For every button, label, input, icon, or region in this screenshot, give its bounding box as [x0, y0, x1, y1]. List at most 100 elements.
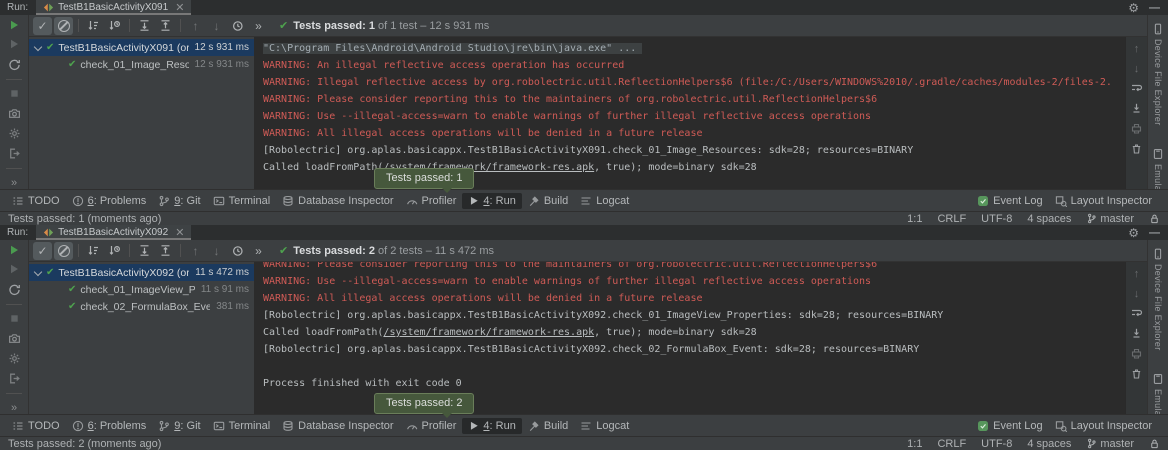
bottom-bar-item-problems[interactable]: 6: Problems	[66, 193, 153, 209]
scroll-to-end-icon[interactable]	[1130, 102, 1143, 115]
test-history-button[interactable]	[228, 17, 247, 35]
up-stacktrace-icon[interactable]: ↑	[1130, 42, 1143, 55]
test-tree-row[interactable]: ✔check_01_ImageView_Properties11 s 91 ms	[29, 281, 254, 298]
bottom-bar-item-run[interactable]: 4: Run	[462, 418, 521, 434]
expand-all-button[interactable]	[135, 17, 154, 35]
bottom-bar-item-build[interactable]: Build	[522, 418, 574, 434]
bottom-bar-item-database-inspector[interactable]: Database Inspector	[276, 193, 399, 209]
bottom-bar-item-terminal[interactable]: Terminal	[207, 418, 277, 434]
bottom-bar-item-todo[interactable]: TODO	[6, 193, 66, 209]
status-file-encoding[interactable]: UTF-8	[981, 213, 1012, 225]
run-tab[interactable]: TestB1BasicActivityX091 ✕	[36, 0, 191, 15]
print-icon[interactable]	[1130, 122, 1143, 135]
bottom-bar-item-profiler[interactable]: Profiler	[400, 418, 463, 434]
sort-by-duration-button[interactable]	[105, 17, 124, 35]
down-stacktrace-icon[interactable]: ↓	[1130, 62, 1143, 75]
more-actions-icon[interactable]: »	[7, 402, 21, 414]
chevron-down-icon[interactable]	[34, 42, 42, 50]
more-toolbar-actions-icon[interactable]: »	[249, 242, 268, 260]
collapse-all-button[interactable]	[156, 17, 175, 35]
sort-alphabetically-button[interactable]	[84, 242, 103, 260]
bottom-bar-item-logcat[interactable]: Logcat	[574, 193, 635, 209]
next-occurrence-button[interactable]: ↓	[207, 242, 226, 260]
status-git-branch[interactable]: master	[1086, 213, 1134, 225]
status-file-encoding[interactable]: UTF-8	[981, 438, 1012, 450]
stop-button[interactable]	[7, 313, 21, 325]
stop-button[interactable]	[7, 88, 21, 100]
minimize-icon[interactable]: —	[1149, 4, 1160, 12]
up-stacktrace-icon[interactable]: ↑	[1130, 267, 1143, 280]
chevron-down-icon[interactable]	[34, 267, 42, 275]
screenshot-icon[interactable]	[7, 107, 21, 120]
close-tab-icon[interactable]: ✕	[175, 3, 184, 13]
toggle-auto-test-icon[interactable]	[7, 283, 21, 296]
stripe-button-device-file-explorer[interactable]: Device File Explorer	[1152, 248, 1164, 351]
status-git-branch[interactable]: master	[1086, 438, 1134, 450]
screenshot-icon[interactable]	[7, 332, 21, 345]
bottom-bar-item-build[interactable]: Build	[522, 193, 574, 209]
test-tree-row[interactable]: ✔TestB1BasicActivityX091 (org.aplas.basi…	[29, 39, 254, 56]
status-caret-position[interactable]: 1:1	[907, 438, 922, 450]
bottom-bar-item-event-log[interactable]: Event Log	[971, 418, 1049, 434]
console-panel[interactable]: "C:\Program Files\Android\Android Studio…	[254, 37, 1125, 189]
minimize-icon[interactable]: —	[1149, 229, 1160, 237]
sort-alphabetically-button[interactable]	[84, 17, 103, 35]
rerun-failed-tests-button[interactable]	[7, 38, 21, 50]
rerun-failed-tests-button[interactable]	[7, 263, 21, 275]
next-occurrence-button[interactable]: ↓	[207, 17, 226, 35]
show-ignored-button[interactable]	[54, 17, 73, 35]
expand-all-button[interactable]	[135, 242, 154, 260]
rerun-button[interactable]	[7, 244, 21, 256]
bottom-bar-item-todo[interactable]: TODO	[6, 418, 66, 434]
clear-console-icon[interactable]	[1130, 367, 1143, 380]
rerun-button[interactable]	[7, 19, 21, 31]
bottom-bar-item-layout-inspector[interactable]: Layout Inspector	[1049, 418, 1158, 434]
show-passed-button[interactable]: ✓	[33, 242, 52, 260]
status-indent-style[interactable]: 4 spaces	[1027, 438, 1071, 450]
soft-wrap-icon[interactable]	[1130, 82, 1143, 95]
down-stacktrace-icon[interactable]: ↓	[1130, 287, 1143, 300]
show-ignored-button[interactable]	[54, 242, 73, 260]
print-icon[interactable]	[1130, 347, 1143, 360]
bottom-bar-item-git[interactable]: 9: Git	[152, 418, 206, 434]
sort-by-duration-button[interactable]	[105, 242, 124, 260]
status-line-separator[interactable]: CRLF	[937, 438, 966, 450]
bottom-bar-item-git[interactable]: 9: Git	[152, 193, 206, 209]
test-history-button[interactable]	[228, 242, 247, 260]
bottom-bar-item-problems[interactable]: 6: Problems	[66, 418, 153, 434]
test-tree-row[interactable]: ✔check_02_FormulaBox_Event381 ms	[29, 298, 254, 315]
status-line-separator[interactable]: CRLF	[937, 213, 966, 225]
show-passed-button[interactable]: ✓	[33, 17, 52, 35]
test-tree-row[interactable]: ✔TestB1BasicActivityX092 (org.aplas.basi…	[29, 264, 254, 281]
bottom-bar-item-layout-inspector[interactable]: Layout Inspector	[1049, 193, 1158, 209]
bottom-bar-item-run[interactable]: 4: Run	[462, 193, 521, 209]
scroll-to-end-icon[interactable]	[1130, 327, 1143, 340]
bottom-bar-item-database-inspector[interactable]: Database Inspector	[276, 418, 399, 434]
settings-icon[interactable]	[7, 127, 21, 140]
more-toolbar-actions-icon[interactable]: »	[249, 17, 268, 35]
lock-icon[interactable]	[1149, 213, 1160, 224]
status-caret-position[interactable]: 1:1	[907, 213, 922, 225]
collapse-all-button[interactable]	[156, 242, 175, 260]
toggle-auto-test-icon[interactable]	[7, 58, 21, 71]
soft-wrap-icon[interactable]	[1130, 307, 1143, 320]
more-actions-icon[interactable]: »	[7, 177, 21, 189]
bottom-bar-item-event-log[interactable]: Event Log	[971, 193, 1049, 209]
settings-icon[interactable]	[7, 352, 21, 365]
lock-icon[interactable]	[1149, 438, 1160, 449]
test-tree-row[interactable]: ✔check_01_Image_Resources12 s 931 ms	[29, 56, 254, 73]
console-file-link[interactable]: /system/framework/framework-res.apk	[383, 327, 594, 338]
run-tab[interactable]: TestB1BasicActivityX092 ✕	[36, 225, 191, 240]
stripe-button-device-file-explorer[interactable]: Device File Explorer	[1152, 23, 1164, 126]
exit-icon[interactable]	[7, 147, 21, 160]
bottom-bar-item-logcat[interactable]: Logcat	[574, 418, 635, 434]
bottom-bar-item-profiler[interactable]: Profiler	[400, 193, 463, 209]
status-indent-style[interactable]: 4 spaces	[1027, 213, 1071, 225]
previous-occurrence-button[interactable]: ↑	[186, 242, 205, 260]
clear-console-icon[interactable]	[1130, 142, 1143, 155]
bottom-bar-item-terminal[interactable]: Terminal	[207, 193, 277, 209]
gear-icon[interactable]: ⚙	[1128, 228, 1139, 238]
previous-occurrence-button[interactable]: ↑	[186, 17, 205, 35]
console-panel[interactable]: WARNING: Please consider reporting this …	[254, 262, 1125, 414]
exit-icon[interactable]	[7, 372, 21, 385]
